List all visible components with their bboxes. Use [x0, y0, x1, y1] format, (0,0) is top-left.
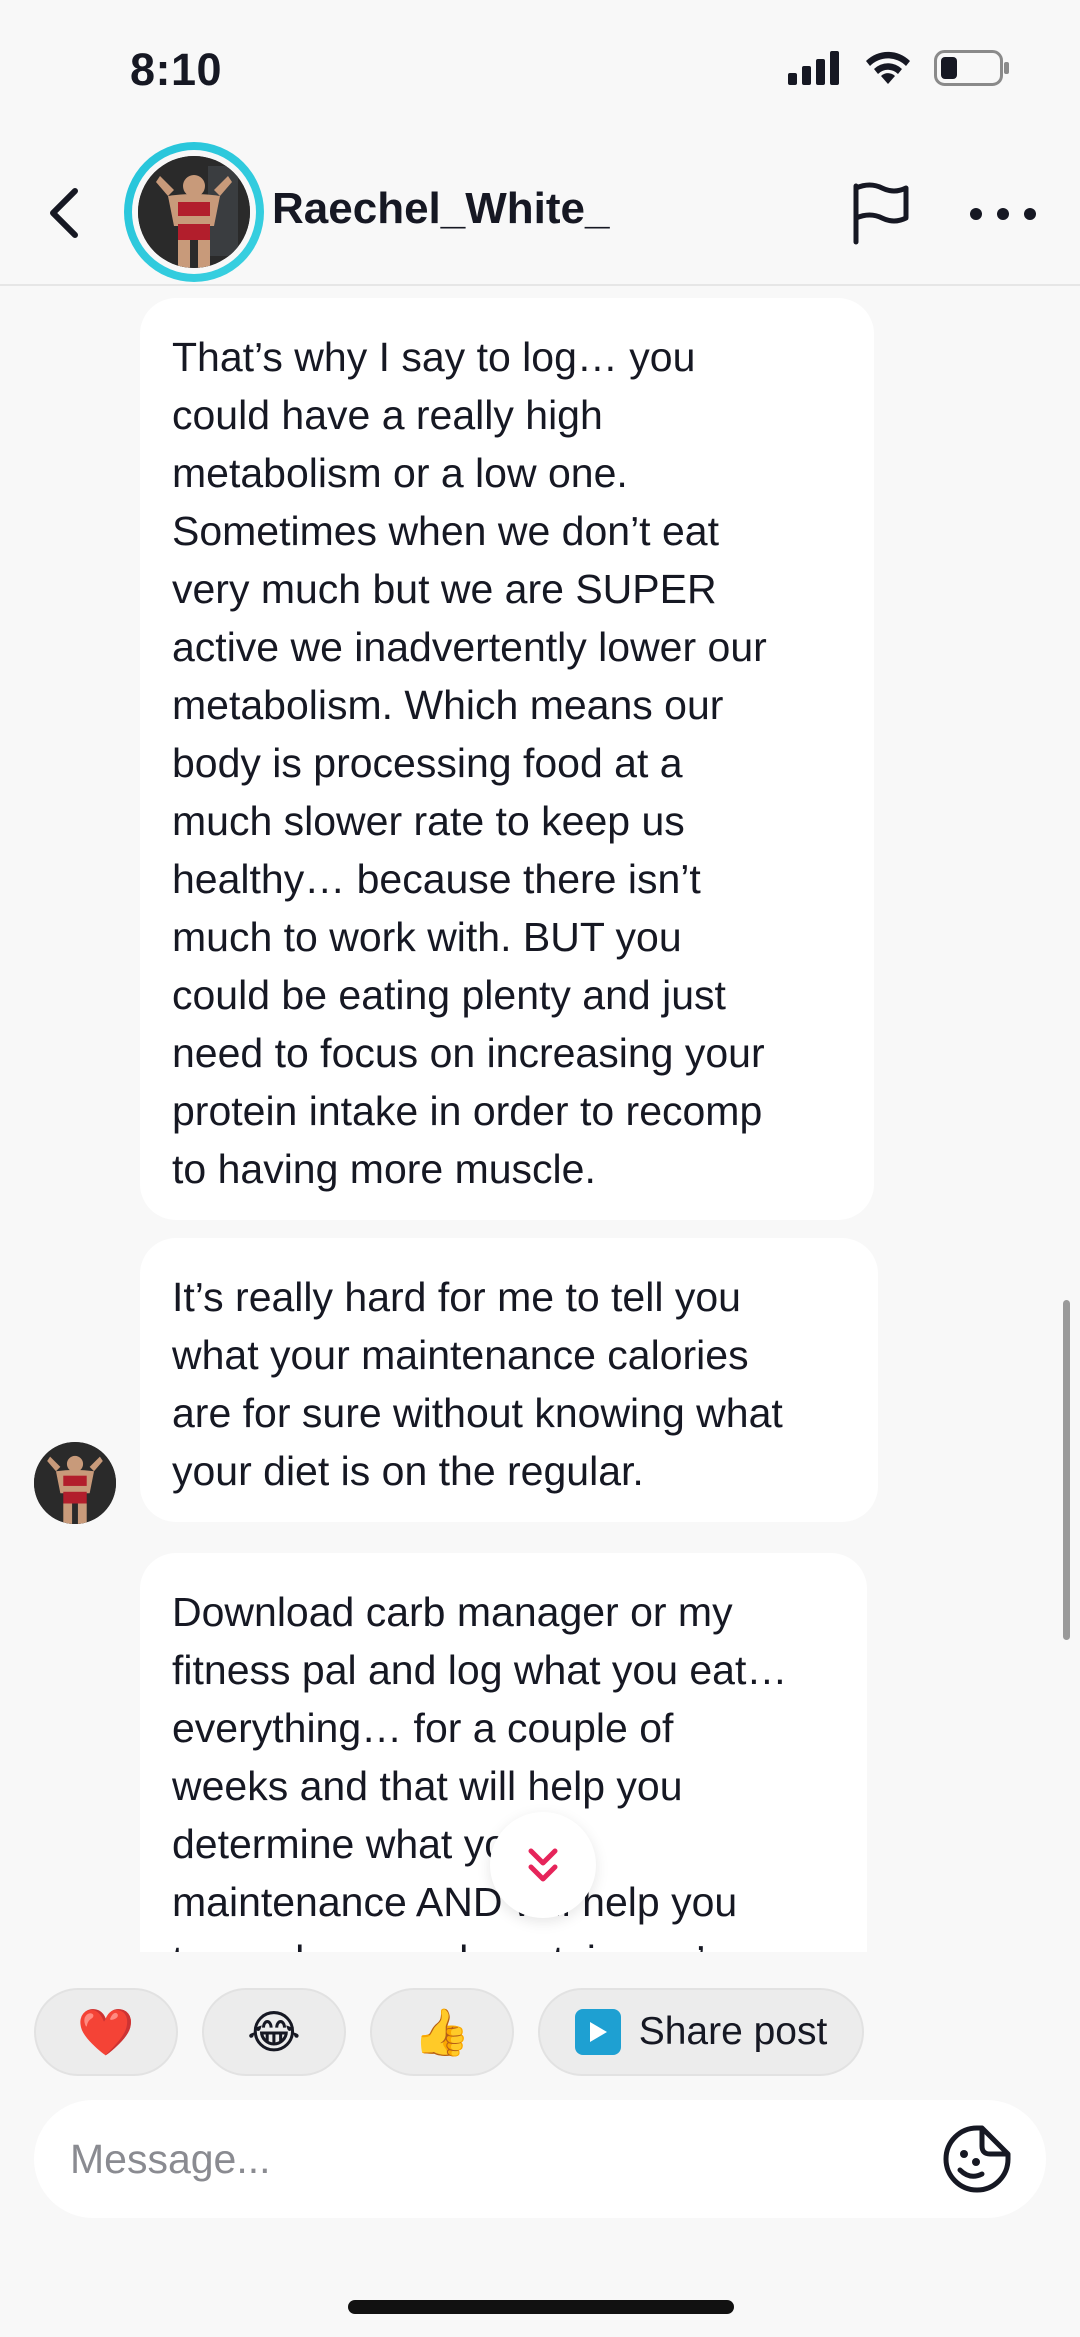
share-post-label: Share post — [638, 2010, 828, 2053]
status-time: 8:10 — [130, 44, 223, 95]
more-dots-icon — [970, 208, 982, 220]
thumbs-up-reaction-button[interactable]: 👍 — [370, 1988, 514, 2076]
sticker-button[interactable] — [942, 2124, 1012, 2194]
quick-reply-row: ❤️ 😂 👍 Share post — [34, 1988, 864, 2076]
message-bubble[interactable]: It’s really hard for me to tell you what… — [140, 1238, 878, 1522]
status-icons — [788, 50, 1010, 86]
home-indicator[interactable] — [348, 2300, 734, 2314]
message-list[interactable]: That’s why I say to log… you could have … — [0, 288, 1080, 1952]
chat-username[interactable]: Raechel_White_ — [272, 184, 609, 234]
wifi-icon — [866, 51, 910, 84]
heart-reaction-button[interactable]: ❤️ — [34, 1988, 178, 2076]
heart-emoji-icon: ❤️ — [77, 2005, 135, 2058]
double-chevron-down-icon — [528, 1848, 558, 1882]
chevron-left-icon — [50, 188, 78, 238]
tears-of-joy-emoji-icon: 😂 — [247, 2006, 301, 2058]
avatar-photo — [138, 156, 250, 268]
profile-avatar[interactable] — [124, 142, 264, 282]
cellular-signal-icon — [788, 51, 839, 85]
sender-avatar[interactable] — [34, 1442, 116, 1524]
thumbs-up-emoji-icon: 👍 — [413, 2005, 471, 2058]
share-post-button[interactable]: Share post — [538, 1988, 864, 2076]
more-options-button[interactable] — [970, 184, 1036, 244]
message-composer — [34, 2100, 1046, 2218]
status-bar: 8:10 — [0, 0, 1080, 140]
battery-icon — [934, 50, 1009, 86]
scrollbar[interactable] — [1063, 1300, 1070, 1640]
sticker-icon — [943, 2125, 1011, 2193]
back-button[interactable] — [40, 178, 88, 248]
play-icon — [574, 2009, 621, 2055]
flag-icon — [853, 182, 909, 245]
message-bubble[interactable]: That’s why I say to log… you could have … — [140, 298, 874, 1220]
jump-to-latest-button[interactable] — [490, 1812, 596, 1918]
message-input[interactable] — [70, 2135, 942, 2183]
laugh-reaction-button[interactable]: 😂 — [202, 1988, 346, 2076]
report-button[interactable] — [848, 180, 914, 246]
chat-header: Raechel_White_ — [0, 140, 1080, 286]
